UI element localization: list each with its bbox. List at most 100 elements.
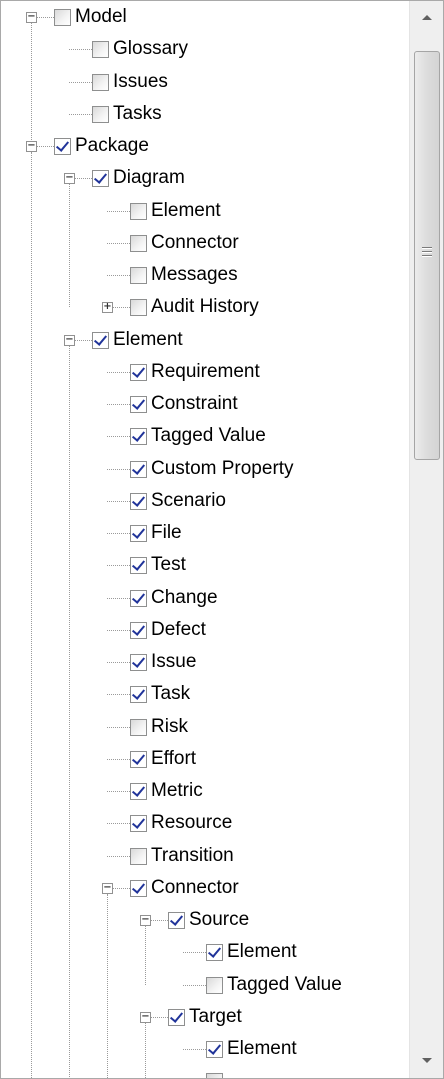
checkbox[interactable]: [54, 138, 71, 155]
tree-node[interactable]: Element: [1, 1033, 409, 1065]
tree-node[interactable]: − Element: [1, 324, 409, 356]
checkbox[interactable]: [130, 751, 147, 768]
tree-node[interactable]: Resource: [1, 807, 409, 839]
tree-node-label: Custom Property: [151, 458, 294, 479]
tree-panel: − Model Glossary Issues Tasks − Package − Diagra…: [0, 0, 444, 1079]
checkbox[interactable]: [92, 74, 109, 91]
collapse-icon[interactable]: −: [102, 883, 113, 894]
tree-node[interactable]: Tagged Value: [1, 420, 409, 452]
tree-node[interactable]: − Package: [1, 130, 409, 162]
checkbox[interactable]: [130, 880, 147, 897]
tree-node-label: Target: [189, 1006, 242, 1027]
tree-node[interactable]: Tagged Value: [1, 969, 409, 1001]
tree-node-label: Audit History: [151, 296, 259, 317]
tree-node[interactable]: Messages: [1, 259, 409, 291]
checkbox[interactable]: [54, 9, 71, 26]
checkbox[interactable]: [130, 590, 147, 607]
checkbox[interactable]: [130, 493, 147, 510]
tree-node[interactable]: Transition: [1, 840, 409, 872]
tree-node[interactable]: Issue: [1, 646, 409, 678]
arrow-down-icon[interactable]: [410, 1044, 443, 1078]
checkbox[interactable]: [168, 1009, 185, 1026]
grip-icon: [422, 247, 432, 249]
tree-node[interactable]: − Connector: [1, 872, 409, 904]
tree-node[interactable]: + Audit History: [1, 291, 409, 323]
checkbox[interactable]: [206, 1073, 223, 1078]
tree-node[interactable]: Metric: [1, 775, 409, 807]
tree-node-label: Effort: [151, 748, 197, 769]
collapse-icon[interactable]: −: [140, 915, 151, 926]
tree-node[interactable]: File: [1, 517, 409, 549]
grip-line: [422, 255, 432, 257]
tree-node[interactable]: − Source: [1, 904, 409, 936]
tree-node-label: Issues: [113, 71, 168, 92]
tree-node-label: Tagged Value: [227, 974, 342, 995]
tree-node[interactable]: Glossary: [1, 33, 409, 65]
tree-node[interactable]: Constraint: [1, 388, 409, 420]
grip-line: [422, 251, 432, 253]
checkbox[interactable]: [92, 170, 109, 187]
tree-node[interactable]: Custom Property: [1, 453, 409, 485]
tree-node[interactable]: Test: [1, 549, 409, 581]
tree-node[interactable]: Defect: [1, 614, 409, 646]
tree-node[interactable]: Element: [1, 936, 409, 968]
checkbox[interactable]: [130, 396, 147, 413]
tree-node-label: Connector: [151, 232, 239, 253]
checkbox[interactable]: [130, 364, 147, 381]
checkbox[interactable]: [130, 525, 147, 542]
expand-icon[interactable]: +: [102, 302, 113, 313]
tree-node[interactable]: Connector: [1, 227, 409, 259]
tree-node[interactable]: [1, 1065, 409, 1078]
tree-node[interactable]: Element: [1, 195, 409, 227]
checkbox[interactable]: [206, 1041, 223, 1058]
tree-node[interactable]: Effort: [1, 743, 409, 775]
collapse-icon[interactable]: −: [140, 1012, 151, 1023]
tree-node-label: Scenario: [151, 490, 226, 511]
tree-node-label: Source: [189, 909, 250, 930]
tree-node-label: Issue: [151, 651, 197, 672]
checkbox[interactable]: [130, 622, 147, 639]
tree-node[interactable]: Task: [1, 678, 409, 710]
checkbox[interactable]: [130, 848, 147, 865]
collapse-icon[interactable]: −: [26, 12, 37, 23]
tree-node-label: Task: [151, 683, 191, 704]
checkbox[interactable]: [130, 461, 147, 478]
checkbox[interactable]: [130, 654, 147, 671]
tree-node[interactable]: Requirement: [1, 356, 409, 388]
collapse-icon[interactable]: −: [64, 335, 75, 346]
scrollbar-thumb[interactable]: [414, 51, 440, 460]
checkbox[interactable]: [130, 686, 147, 703]
collapse-icon[interactable]: −: [64, 173, 75, 184]
checkbox[interactable]: [168, 912, 185, 929]
tree-node-label: Model: [75, 6, 127, 27]
tree-node-label: Change: [151, 587, 218, 608]
arrow-up-icon[interactable]: [410, 1, 443, 35]
tree-node[interactable]: Tasks: [1, 98, 409, 130]
tree-node[interactable]: − Target: [1, 1001, 409, 1033]
tree-node[interactable]: Change: [1, 582, 409, 614]
checkbox[interactable]: [92, 332, 109, 349]
checkbox[interactable]: [130, 428, 147, 445]
checkbox[interactable]: [130, 557, 147, 574]
checkbox[interactable]: [130, 299, 147, 316]
checkbox[interactable]: [130, 267, 147, 284]
tree-node-label: Glossary: [113, 38, 188, 59]
checkbox[interactable]: [206, 944, 223, 961]
tree-node-label: Element: [113, 329, 183, 350]
tree-node[interactable]: Scenario: [1, 485, 409, 517]
vertical-scrollbar[interactable]: [409, 1, 443, 1078]
tree-node-label: Element: [227, 1038, 297, 1059]
checkbox[interactable]: [130, 815, 147, 832]
checkbox[interactable]: [130, 719, 147, 736]
tree-node[interactable]: − Model: [1, 1, 409, 33]
checkbox[interactable]: [206, 977, 223, 994]
collapse-icon[interactable]: −: [26, 141, 37, 152]
checkbox[interactable]: [130, 783, 147, 800]
tree-node[interactable]: Risk: [1, 711, 409, 743]
checkbox[interactable]: [130, 235, 147, 252]
tree-node[interactable]: − Diagram: [1, 162, 409, 194]
checkbox[interactable]: [92, 106, 109, 123]
checkbox[interactable]: [92, 41, 109, 58]
checkbox[interactable]: [130, 203, 147, 220]
tree-node[interactable]: Issues: [1, 66, 409, 98]
